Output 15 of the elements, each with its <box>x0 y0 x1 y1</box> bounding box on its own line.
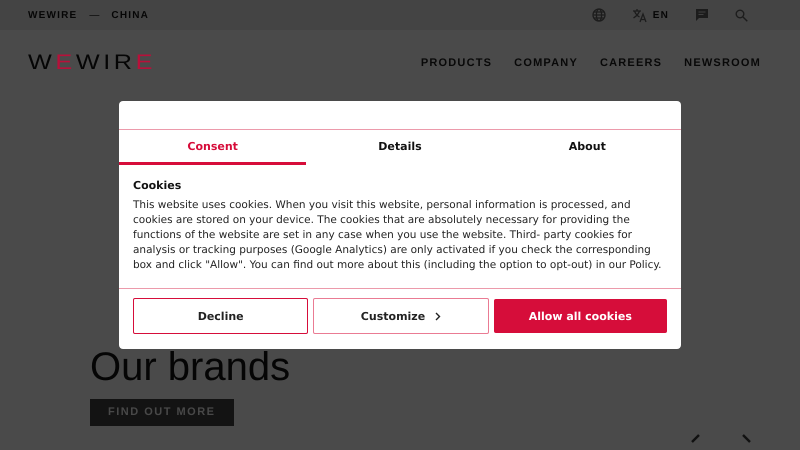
nav-link[interactable]: PRODUCTS <box>420 56 492 68</box>
nav-link[interactable]: CAREERS <box>600 56 662 68</box>
customize-button[interactable]: Customize <box>313 298 489 334</box>
dialog-heading: Cookies <box>133 179 182 192</box>
nav-link[interactable]: NEWSROOM <box>684 56 761 68</box>
brand-link[interactable]: WEWIRE <box>28 10 78 20</box>
decline-button[interactable]: Decline <box>133 298 308 334</box>
language-link[interactable]: EN <box>652 10 669 20</box>
nav-link[interactable]: COMPANY <box>514 56 578 68</box>
logo[interactable]: W E WIR E <box>28 50 156 74</box>
dialog-text: This website uses cookies. When you visit this website, personal information is processed, and cookies are stored on your device. The cookies that are absolutely necessary for providing the functions of the website are set in any case when you use the website. Third- party cookies for analysis or tracking purposes (Google Analytics) are only activated if you check the corresponding box and click "Allow". You can find out more about this (including the option to opt-out) in our Policy. <box>133 198 662 273</box>
separator: — <box>89 10 100 20</box>
hero-title: Our brands <box>90 345 292 389</box>
region-link[interactable]: CHINA <box>111 10 150 20</box>
allow-button[interactable]: Allow all cookies <box>494 299 667 333</box>
